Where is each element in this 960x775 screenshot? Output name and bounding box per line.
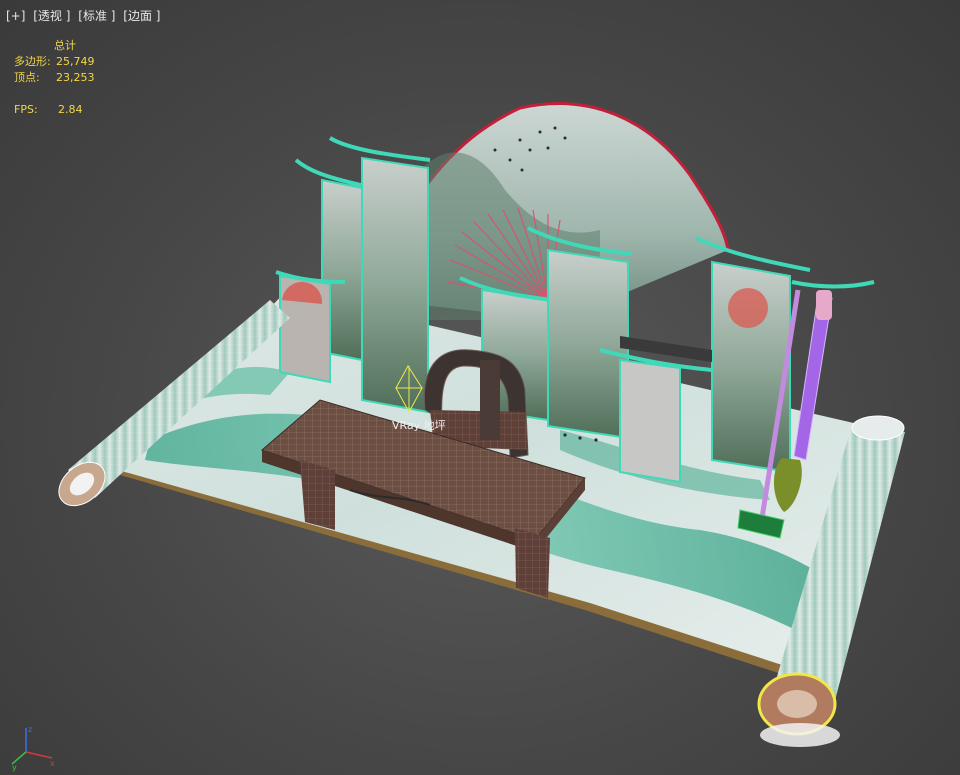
perspective-viewport[interactable]: [+] [透视 ] [标准 ] [边面 ] 总计 多边形: 25,749 顶点:…	[0, 0, 960, 775]
vray-light-label: VRay 地坪	[392, 419, 446, 432]
3d-scene[interactable]	[0, 0, 960, 775]
z-axis-label: z	[28, 725, 32, 734]
axis-tripod: z x y	[11, 725, 55, 772]
x-axis-label: x	[50, 759, 55, 768]
y-axis-label: y	[12, 763, 17, 772]
